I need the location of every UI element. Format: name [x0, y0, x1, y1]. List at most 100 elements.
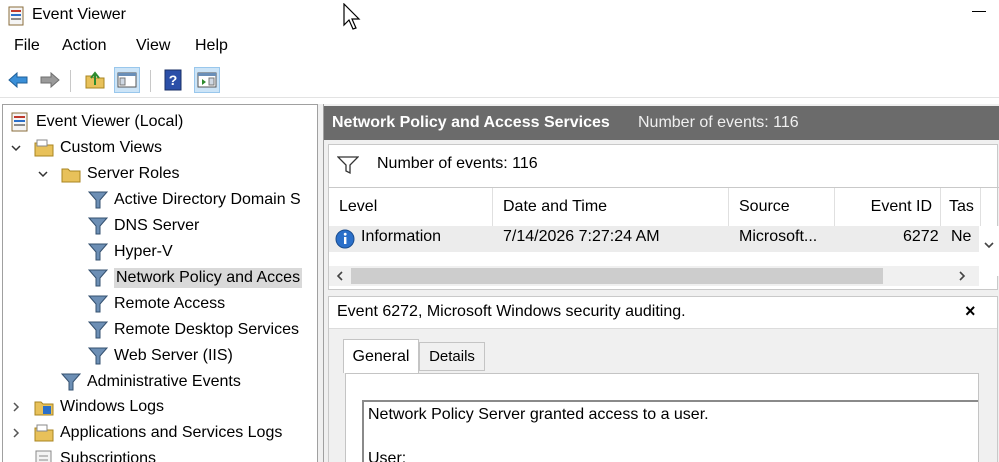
cell-event-id: 6272 [903, 228, 939, 245]
chevron-down-icon[interactable] [11, 143, 21, 153]
tree-item-administrative-events[interactable]: Administrative Events [60, 370, 241, 394]
help-icon: ? [164, 69, 182, 91]
column-label: Tas [949, 198, 974, 215]
tree-item-label: Custom Views [60, 139, 162, 156]
tree-item-event-viewer-local[interactable]: Event Viewer (Local) [9, 110, 183, 134]
filter-funnel-icon [87, 295, 109, 313]
console-tree-icon [117, 72, 137, 88]
tree-item-label: Web Server (IIS) [114, 347, 233, 364]
up-folder-icon [85, 71, 105, 89]
forward-button[interactable] [37, 67, 63, 93]
event-description: Network Policy Server granted access to … [368, 406, 709, 423]
events-grid: Level Date and Time Source Event ID Tas … [329, 187, 999, 291]
close-icon[interactable]: × [965, 301, 976, 322]
vertical-scrollbar[interactable] [979, 226, 999, 276]
cell-task: Ne [951, 228, 972, 245]
title-bar: Event Viewer [0, 0, 999, 32]
tree-item-label: Windows Logs [60, 398, 165, 415]
menu-bar: File Action View Help [0, 34, 999, 60]
cell-date-time: 7/14/2026 7:27:24 AM [503, 228, 660, 245]
tree-item-label: Administrative Events [87, 373, 241, 390]
tree-item-label: Remote Desktop Services [114, 321, 299, 338]
tree-item-view-active-directory[interactable]: Active Directory Domain S [87, 188, 301, 212]
folder-icon [34, 139, 54, 157]
column-header-date-time[interactable]: Date and Time [493, 188, 729, 226]
chevron-down-icon[interactable] [983, 240, 995, 250]
up-folder-button[interactable] [82, 67, 108, 93]
chevron-down-icon[interactable] [38, 169, 48, 179]
tree-item-applications-and-services-logs[interactable]: Applications and Services Logs [33, 421, 282, 445]
user-field-label: User: [368, 450, 407, 462]
menu-help[interactable]: Help [195, 37, 228, 55]
tree-item-view-remote-access[interactable]: Remote Access [87, 292, 225, 316]
chevron-left-icon[interactable] [335, 270, 345, 282]
chevron-right-icon[interactable] [957, 270, 967, 282]
show-console-tree-button[interactable] [114, 67, 140, 93]
column-header-task[interactable]: Tas [941, 188, 981, 226]
filter-icon [337, 156, 359, 175]
tab-general[interactable]: General [343, 339, 419, 373]
column-header-source[interactable]: Source [729, 188, 835, 226]
back-arrow-icon [8, 71, 28, 89]
subscriptions-icon [35, 450, 52, 462]
action-pane-icon [197, 72, 217, 88]
event-description-box[interactable]: Network Policy Server granted access to … [362, 400, 978, 462]
tree-item-label: Remote Access [114, 295, 226, 312]
filter-funnel-icon [60, 373, 82, 391]
event-detail-panel: Event 6272, Microsoft Windows security a… [328, 296, 998, 462]
tree-item-windows-logs[interactable]: Windows Logs [33, 395, 164, 419]
menu-file[interactable]: File [14, 37, 40, 55]
tree-item-label: Hyper-V [114, 243, 173, 260]
show-action-pane-button[interactable] [194, 67, 220, 93]
windows-logs-folder-icon [34, 401, 54, 416]
log-title: Network Policy and Access Services [332, 114, 610, 131]
mouse-cursor-icon [343, 3, 361, 30]
event-viewer-icon [11, 112, 28, 132]
tab-details[interactable]: Details [419, 342, 485, 371]
column-label: Source [739, 198, 790, 215]
toolbar: ? [0, 64, 999, 98]
scrollbar-thumb[interactable] [351, 268, 883, 284]
column-label: Date and Time [503, 198, 608, 215]
back-button[interactable] [5, 67, 31, 93]
filter-funnel-icon [87, 269, 109, 287]
horizontal-scrollbar[interactable] [329, 266, 979, 286]
column-header-event-id[interactable]: Event ID [835, 188, 941, 226]
event-detail-header: Event 6272, Microsoft Windows security a… [329, 297, 997, 329]
tab-label: General [352, 347, 410, 365]
toolbar-separator [150, 70, 151, 92]
folder-icon [61, 168, 81, 183]
toolbar-separator [70, 70, 71, 92]
results-header: Network Policy and Access Services Numbe… [324, 106, 999, 140]
tree-item-label: Network Policy and Acces [114, 268, 303, 288]
folder-icon [34, 424, 54, 442]
information-icon [335, 229, 355, 249]
tree-item-view-remote-desktop[interactable]: Remote Desktop Services [87, 318, 299, 342]
forward-arrow-icon [40, 71, 60, 89]
chevron-right-icon[interactable] [11, 428, 21, 438]
tree-item-view-dns-server[interactable]: DNS Server [87, 214, 199, 238]
tree-item-subscriptions[interactable]: Subscriptions [33, 447, 156, 462]
results-pane: Network Policy and Access Services Numbe… [323, 104, 999, 462]
menu-view[interactable]: View [136, 37, 170, 55]
tree-item-view-network-policy[interactable]: Network Policy and Acces [87, 266, 303, 290]
tree-item-view-hyper-v[interactable]: Hyper-V [87, 240, 173, 264]
tree-item-server-roles[interactable]: Server Roles [60, 162, 179, 186]
filter-funnel-icon [87, 347, 109, 365]
table-row[interactable]: Information 7/14/2026 7:27:24 AM Microso… [329, 226, 979, 252]
tree-item-label: Server Roles [87, 165, 180, 182]
filter-funnel-icon [87, 243, 109, 261]
help-button[interactable]: ? [160, 67, 186, 93]
cell-source: Microsoft... [739, 228, 818, 245]
minimize-button[interactable] [972, 4, 988, 18]
console-tree: Event Viewer (Local) Custom Views Server… [2, 104, 318, 462]
tree-item-custom-views[interactable]: Custom Views [33, 136, 162, 160]
cell-level: Information [361, 228, 442, 245]
tree-item-view-web-server[interactable]: Web Server (IIS) [87, 344, 233, 368]
menu-action[interactable]: Action [62, 37, 106, 55]
column-header-level[interactable]: Level [329, 188, 493, 226]
filter-funnel-icon [87, 217, 109, 235]
event-viewer-icon [8, 6, 24, 26]
tree-item-label: DNS Server [114, 217, 200, 234]
chevron-right-icon[interactable] [11, 402, 21, 412]
